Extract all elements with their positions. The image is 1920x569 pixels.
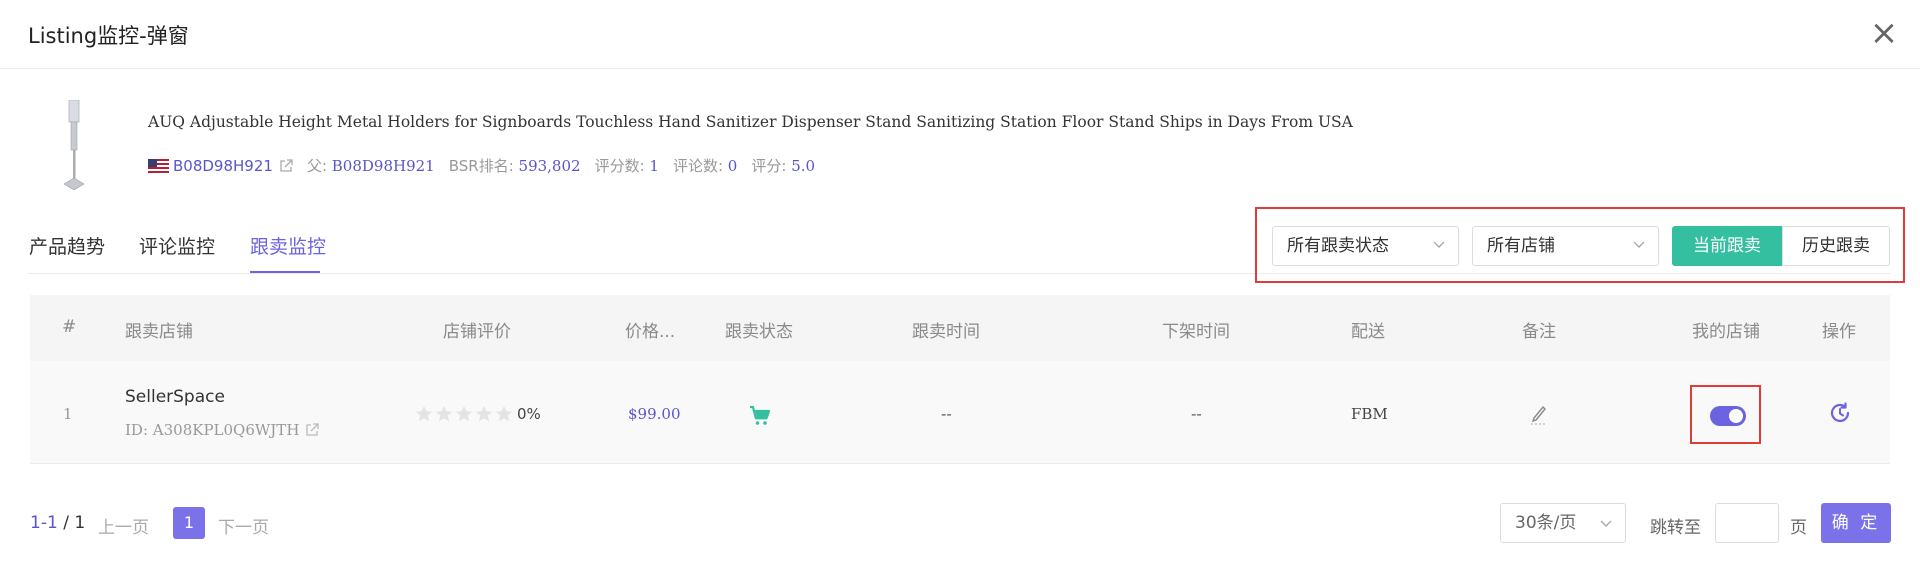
bsr-value: 593,802 bbox=[518, 156, 581, 175]
col-action: 操作 bbox=[1822, 322, 1856, 342]
next-page-button[interactable]: 下一页 bbox=[218, 513, 269, 538]
star-icon bbox=[435, 405, 453, 422]
history-hijack-button[interactable]: 历史跟卖 bbox=[1782, 226, 1890, 266]
external-link-icon[interactable] bbox=[279, 158, 293, 173]
parent-label: 父: bbox=[306, 157, 327, 175]
star-icon bbox=[455, 405, 473, 422]
per-page-value: 30条/页 bbox=[1515, 513, 1577, 533]
chevron-down-icon bbox=[1600, 520, 1612, 527]
price: $99.00 bbox=[628, 405, 681, 423]
star-icon bbox=[415, 405, 433, 422]
col-end-time: 下架时间 bbox=[1162, 322, 1230, 342]
current-hijack-button[interactable]: 当前跟卖 bbox=[1672, 226, 1782, 266]
bsr-label: BSR排名: bbox=[448, 157, 514, 175]
history-icon[interactable] bbox=[1828, 401, 1852, 425]
review-count: 0 bbox=[727, 156, 738, 175]
page-total: / 1 bbox=[63, 513, 86, 533]
product-title[interactable]: AUQ Adjustable Height Metal Holders for … bbox=[148, 113, 1353, 131]
rating-count-label: 评分数: bbox=[594, 157, 645, 175]
header-divider bbox=[0, 68, 1920, 69]
chevron-down-icon bbox=[1633, 241, 1645, 248]
store-filter-value: 所有店铺 bbox=[1487, 236, 1555, 256]
rating-percent: 0% bbox=[517, 405, 541, 423]
status-filter-select[interactable]: 所有跟卖状态 bbox=[1272, 226, 1459, 266]
chevron-down-icon bbox=[1433, 241, 1445, 248]
store-filter-select[interactable]: 所有店铺 bbox=[1472, 226, 1659, 266]
col-start-time: 跟卖时间 bbox=[912, 322, 980, 342]
jump-page-input[interactable] bbox=[1715, 503, 1779, 543]
col-store-rating: 店铺评价 bbox=[443, 322, 511, 342]
review-count-label: 评论数: bbox=[672, 157, 724, 175]
star-icon bbox=[475, 405, 493, 422]
col-my-store: 我的店铺 bbox=[1692, 322, 1760, 342]
store-rating: 0% bbox=[415, 405, 541, 423]
parent-asin[interactable]: B08D98H921 bbox=[332, 157, 435, 175]
prev-page-button[interactable]: 上一页 bbox=[98, 513, 149, 538]
my-store-toggle[interactable] bbox=[1710, 406, 1746, 426]
cart-icon bbox=[750, 405, 771, 425]
end-time: -- bbox=[1191, 405, 1202, 423]
col-delivery: 配送 bbox=[1351, 322, 1385, 342]
tab-product-trend[interactable]: 产品趋势 bbox=[29, 232, 105, 259]
page-unit-label: 页 bbox=[1790, 518, 1807, 538]
confirm-button[interactable]: 确 定 bbox=[1821, 503, 1891, 543]
delivery: FBM bbox=[1351, 405, 1388, 423]
per-page-select[interactable]: 30条/页 bbox=[1500, 503, 1626, 543]
us-flag-icon bbox=[148, 158, 169, 173]
page-range: 1-1 bbox=[30, 513, 58, 533]
status-filter-value: 所有跟卖状态 bbox=[1287, 236, 1389, 256]
col-status: 跟卖状态 bbox=[725, 322, 793, 342]
tab-hijack-monitor[interactable]: 跟卖监控 bbox=[250, 232, 326, 259]
store-id-line: ID: A308KPL0Q6WJTH bbox=[125, 421, 320, 439]
start-time: -- bbox=[941, 405, 952, 423]
rating-count: 1 bbox=[649, 156, 659, 175]
score-label: 评分: bbox=[751, 157, 787, 175]
product-thumbnail bbox=[63, 100, 85, 190]
col-store: 跟卖店铺 bbox=[125, 322, 193, 342]
tab-review-monitor[interactable]: 评论监控 bbox=[139, 232, 215, 259]
close-icon[interactable]: × bbox=[1866, 16, 1902, 52]
product-meta: B08D98H921 父: B08D98H921 BSR排名: 593,802 … bbox=[148, 155, 815, 176]
star-icon bbox=[495, 405, 513, 422]
store-name[interactable]: SellerSpace bbox=[125, 387, 225, 407]
col-note: 备注 bbox=[1522, 322, 1556, 342]
edit-icon[interactable] bbox=[1530, 404, 1548, 426]
jump-label: 跳转至 bbox=[1650, 518, 1701, 538]
page-number-button[interactable]: 1 bbox=[173, 507, 205, 539]
store-id: ID: A308KPL0Q6WJTH bbox=[125, 421, 300, 439]
score-value: 5.0 bbox=[791, 156, 816, 175]
table-row bbox=[30, 361, 1890, 464]
col-price[interactable]: 价格... bbox=[625, 317, 675, 342]
row-index: 1 bbox=[63, 405, 73, 423]
col-index: # bbox=[62, 317, 77, 337]
pagination-summary: 1-1 / 1 bbox=[30, 513, 85, 533]
asin-link[interactable]: B08D98H921 bbox=[173, 157, 273, 175]
modal-title: Listing监控-弹窗 bbox=[28, 24, 189, 48]
external-link-icon[interactable] bbox=[305, 423, 320, 437]
toggle-knob bbox=[1729, 409, 1743, 423]
